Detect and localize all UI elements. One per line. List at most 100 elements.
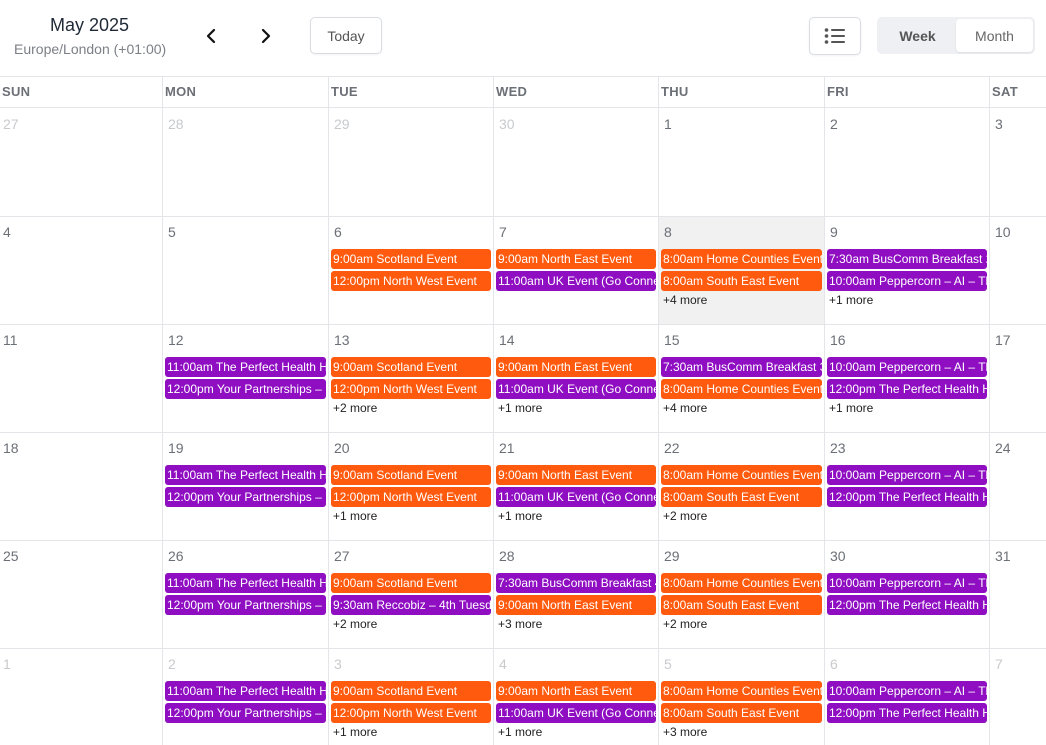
calendar-event[interactable]: 12:00pm The Perfect Health H xyxy=(827,703,987,723)
calendar-event[interactable]: 12:00pm The Perfect Health H xyxy=(827,595,987,615)
calendar-event[interactable]: 8:00am Home Counties Event xyxy=(661,681,822,701)
more-events-link[interactable]: +2 more xyxy=(333,617,377,631)
day-cell[interactable]: 4 xyxy=(0,217,162,325)
next-month-button[interactable] xyxy=(253,22,279,50)
day-cell[interactable]: 11 xyxy=(0,325,162,433)
calendar-event[interactable]: 12:00pm The Perfect Health H xyxy=(827,487,987,507)
calendar-event[interactable]: 12:00pm North West Event xyxy=(331,487,491,507)
more-events-link[interactable]: +2 more xyxy=(663,617,707,631)
calendar-event[interactable]: 12:00pm North West Event xyxy=(331,271,491,291)
calendar-event[interactable]: 10:00am Peppercorn – AI – Th xyxy=(827,573,987,593)
more-events-link[interactable]: +3 more xyxy=(498,617,542,631)
day-cell[interactable]: 28 7:30am BusComm Breakfast 4 9:00am North… xyxy=(494,541,658,649)
calendar-event[interactable]: 7:30am BusComm Breakfast 4 xyxy=(496,573,656,593)
calendar-event[interactable]: 10:00am Peppercorn – AI – Th xyxy=(827,465,987,485)
day-cell[interactable]: 19 11:00am The Perfect Health H 12:00pm Yo… xyxy=(163,433,328,541)
day-cell[interactable]: 5 xyxy=(163,217,328,325)
day-cell[interactable]: 31 xyxy=(990,541,1045,649)
day-cell[interactable]: 29 8:00am Home Counties Event 8:00am South… xyxy=(659,541,824,649)
today-button[interactable]: Today xyxy=(310,17,382,54)
day-cell[interactable]: 23 10:00am Peppercorn – AI – Th 12:00pm Th… xyxy=(825,433,989,541)
calendar-event[interactable]: 8:00am South East Event xyxy=(661,703,822,723)
week-view-option[interactable]: Week xyxy=(879,19,956,52)
day-cell[interactable]: 2 11:00am The Perfect Health H 12:00pm You… xyxy=(163,649,328,745)
calendar-event[interactable]: 9:00am North East Event xyxy=(496,595,656,615)
calendar-event[interactable]: 7:30am BusComm Breakfast 2 xyxy=(827,249,987,269)
calendar-event[interactable]: 10:00am Peppercorn – AI – Th xyxy=(827,681,987,701)
day-cell[interactable]: 16 10:00am Peppercorn – AI – Th 12:00pm Th… xyxy=(825,325,989,433)
calendar-event[interactable]: 8:00am Home Counties Event xyxy=(661,249,822,269)
day-cell[interactable]: 28 xyxy=(163,109,328,217)
day-cell[interactable]: 5 8:00am Home Counties Event 8:00am South … xyxy=(659,649,824,745)
calendar-event[interactable]: 12:00pm Your Partnerships – xyxy=(165,595,326,615)
day-cell[interactable]: 27 xyxy=(0,109,162,217)
calendar-event[interactable]: 12:00pm Your Partnerships – xyxy=(165,379,326,399)
calendar-event[interactable]: 9:00am Scotland Event xyxy=(331,357,491,377)
previous-month-button[interactable] xyxy=(198,22,224,50)
day-cell[interactable]: 4 9:00am North East Event 11:00am UK Event… xyxy=(494,649,658,745)
calendar-event[interactable]: 12:00pm Your Partnerships – xyxy=(165,703,326,723)
calendar-event[interactable]: 9:00am Scotland Event xyxy=(331,681,491,701)
calendar-event[interactable]: 8:00am Home Counties Event xyxy=(661,465,822,485)
calendar-event[interactable]: 12:00pm North West Event xyxy=(331,703,491,723)
more-events-link[interactable]: +1 more xyxy=(829,401,873,415)
more-events-link[interactable]: +1 more xyxy=(498,401,542,415)
calendar-event[interactable]: 12:00pm The Perfect Health H xyxy=(827,379,987,399)
calendar-event[interactable]: 11:00am The Perfect Health H xyxy=(165,573,326,593)
calendar-event[interactable]: 9:00am Scotland Event xyxy=(331,465,491,485)
more-events-link[interactable]: +1 more xyxy=(333,509,377,523)
calendar-event[interactable]: 11:00am The Perfect Health H xyxy=(165,357,326,377)
day-cell[interactable]: 12 11:00am The Perfect Health H 12:00pm Yo… xyxy=(163,325,328,433)
more-events-link[interactable]: +3 more xyxy=(663,725,707,739)
more-events-link[interactable]: +1 more xyxy=(829,293,873,307)
more-events-link[interactable]: +1 more xyxy=(333,725,377,739)
day-cell[interactable]: 26 11:00am The Perfect Health H 12:00pm Yo… xyxy=(163,541,328,649)
calendar-event[interactable]: 12:00pm Your Partnerships – xyxy=(165,487,326,507)
calendar-event[interactable]: 8:00am South East Event xyxy=(661,271,822,291)
calendar-event[interactable]: 9:00am North East Event xyxy=(496,681,656,701)
day-cell[interactable]: 15 7:30am BusComm Breakfast 3 8:00am Home … xyxy=(659,325,824,433)
day-cell[interactable]: 18 xyxy=(0,433,162,541)
month-view-option[interactable]: Month xyxy=(956,19,1033,52)
calendar-event[interactable]: 11:00am UK Event (Go Connect) xyxy=(496,379,656,399)
day-cell[interactable]: 22 8:00am Home Counties Event 8:00am South… xyxy=(659,433,824,541)
more-events-link[interactable]: +4 more xyxy=(663,293,707,307)
calendar-event[interactable]: 12:00pm North West Event xyxy=(331,379,491,399)
calendar-event[interactable]: 9:00am Scotland Event xyxy=(331,249,491,269)
more-events-link[interactable]: +1 more xyxy=(498,509,542,523)
more-events-link[interactable]: +4 more xyxy=(663,401,707,415)
calendar-event[interactable]: 10:00am Peppercorn – AI – Th xyxy=(827,271,987,291)
calendar-event[interactable]: 9:00am Scotland Event xyxy=(331,573,491,593)
more-events-link[interactable]: +1 more xyxy=(498,725,542,739)
calendar-event[interactable]: 8:00am South East Event xyxy=(661,595,822,615)
day-cell[interactable]: 17 xyxy=(990,325,1045,433)
day-cell[interactable]: 3 xyxy=(990,109,1045,217)
day-cell[interactable]: 13 9:00am Scotland Event 12:00pm North Wes… xyxy=(329,325,493,433)
calendar-event[interactable]: 11:00am UK Event (Go Connect) xyxy=(496,703,656,723)
calendar-event[interactable]: 11:00am UK Event (Go Connect) xyxy=(496,271,656,291)
day-cell[interactable]: 6 10:00am Peppercorn – AI – Th 12:00pm The… xyxy=(825,649,989,745)
calendar-event[interactable]: 9:00am North East Event xyxy=(496,357,656,377)
day-cell[interactable]: 3 9:00am Scotland Event 12:00pm North West… xyxy=(329,649,493,745)
day-cell[interactable]: 27 9:00am Scotland Event 9:30am Reccobiz –… xyxy=(329,541,493,649)
day-cell[interactable]: 14 9:00am North East Event 11:00am UK Even… xyxy=(494,325,658,433)
day-cell[interactable]: 1 xyxy=(0,649,162,745)
calendar-event[interactable]: 9:30am Reccobiz – 4th Tuesday xyxy=(331,595,491,615)
day-cell[interactable]: 25 xyxy=(0,541,162,649)
calendar-event[interactable]: 11:00am UK Event (Go Connect) xyxy=(496,487,656,507)
list-view-button[interactable] xyxy=(809,17,861,55)
day-cell[interactable]: 24 xyxy=(990,433,1045,541)
day-cell[interactable]: 1 xyxy=(659,109,824,217)
day-cell[interactable]: 9 7:30am BusComm Breakfast 2 10:00am Peppe… xyxy=(825,217,989,325)
calendar-event[interactable]: 11:00am The Perfect Health H xyxy=(165,681,326,701)
day-cell[interactable]: 20 9:00am Scotland Event 12:00pm North Wes… xyxy=(329,433,493,541)
day-cell[interactable]: 29 xyxy=(329,109,493,217)
day-cell-today[interactable]: 8 8:00am Home Counties Event 8:00am South … xyxy=(659,217,824,325)
calendar-event[interactable]: 8:00am Home Counties Event xyxy=(661,573,822,593)
day-cell[interactable]: 30 xyxy=(494,109,658,217)
day-cell[interactable]: 30 10:00am Peppercorn – AI – Th 12:00pm Th… xyxy=(825,541,989,649)
calendar-event[interactable]: 8:00am Home Counties Event xyxy=(661,379,822,399)
more-events-link[interactable]: +2 more xyxy=(333,401,377,415)
day-cell[interactable]: 6 9:00am Scotland Event 12:00pm North West… xyxy=(329,217,493,325)
day-cell[interactable]: 7 xyxy=(990,649,1045,745)
